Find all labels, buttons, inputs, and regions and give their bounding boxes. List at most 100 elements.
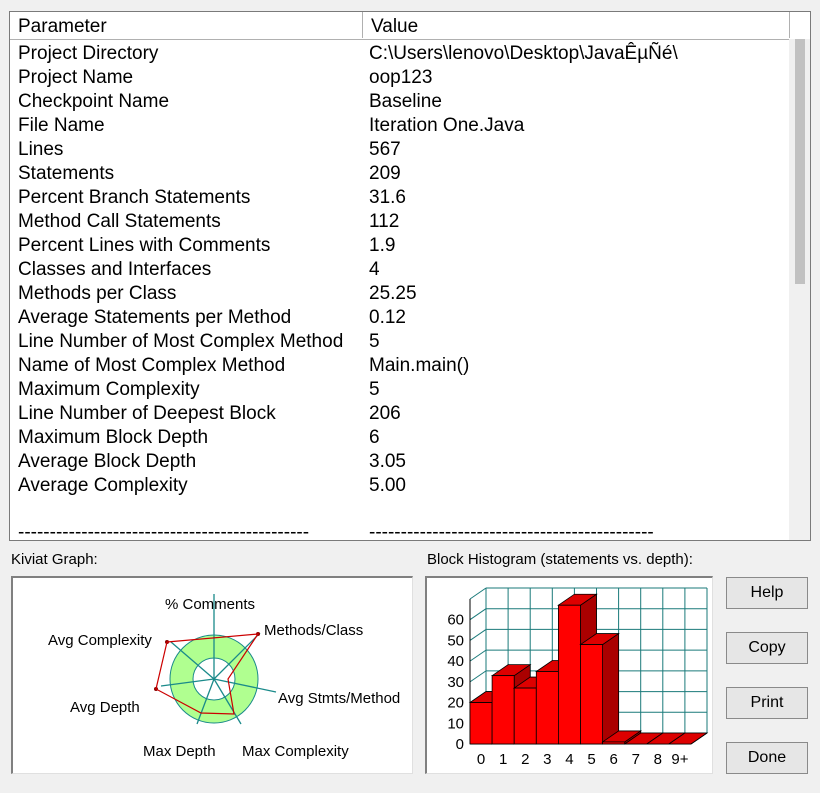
parameter-cell: Project Name <box>18 67 134 88</box>
histogram-x-tick-label: 3 <box>543 751 551 768</box>
kiviat-graph-label: Kiviat Graph: <box>11 551 98 568</box>
value-cell: Main.main() <box>369 355 470 376</box>
value-cell: 112 <box>369 211 400 232</box>
help-button[interactable]: Help <box>726 577 808 609</box>
table-row[interactable]: Maximum Complexity 5 <box>10 378 790 402</box>
parameter-cell: Percent Branch Statements <box>18 187 251 208</box>
histogram-x-tick-label: 0 <box>477 751 485 768</box>
histogram-gridline <box>469 670 487 683</box>
parameter-cell: Average Statements per Method <box>18 307 292 328</box>
kiviat-axis-label: Max Depth <box>143 743 216 760</box>
kiviat-graph: % Comments Methods/Class Avg Stmts/Method M… <box>48 594 400 760</box>
parameter-cell: File Name <box>18 115 105 136</box>
kiviat-axis-label: Avg Complexity <box>48 632 152 649</box>
histogram-gridline <box>469 629 487 641</box>
table-row[interactable]: Lines 567 <box>10 138 790 162</box>
table-row[interactable]: Average Complexity 5.00 <box>10 474 790 498</box>
separator-parameter: ----------------------------------------… <box>18 524 310 541</box>
table-row[interactable]: Project Name oop123 <box>10 66 790 90</box>
histogram-x-tick-label: 9+ <box>671 751 688 768</box>
histogram-gridline <box>469 587 487 600</box>
table-row[interactable]: Statements 209 <box>10 162 790 186</box>
value-cell: 31.6 <box>369 187 406 208</box>
histogram-x-tick-label: 1 <box>499 751 507 768</box>
table-row[interactable]: Line Number of Deepest Block 206 <box>10 402 790 426</box>
parameter-cell: Methods per Class <box>18 283 177 304</box>
copy-button[interactable]: Copy <box>726 632 808 664</box>
table-row[interactable]: Classes and Interfaces 4 <box>10 258 790 282</box>
parameter-cell: Classes and Interfaces <box>18 259 212 280</box>
value-cell: 1.9 <box>369 235 396 256</box>
parameter-cell: Method Call Statements <box>18 211 221 232</box>
histogram-y-tick-label: 30 <box>447 674 464 691</box>
table-rows: Project Directory C:\Users\lenovo\Desktop… <box>10 42 790 498</box>
column-header-value[interactable]: Value <box>363 12 790 38</box>
histogram-gridline <box>469 608 487 621</box>
kiviat-graph-panel: % Comments Methods/Class Avg Stmts/Method M… <box>11 576 413 774</box>
parameter-cell: Statements <box>18 163 115 184</box>
table-row[interactable]: Checkpoint Name Baseline <box>10 90 790 114</box>
metrics-table[interactable]: Parameter Value Project Directory C:\User… <box>9 11 811 541</box>
block-histogram-label: Block Histogram (statements vs. depth): <box>427 551 693 568</box>
kiviat-axis-label: % Comments <box>165 596 255 613</box>
column-header-parameter[interactable]: Parameter <box>10 12 363 38</box>
table-header: Parameter Value <box>10 12 790 40</box>
parameter-cell: Line Number of Deepest Block <box>18 403 276 424</box>
parameter-cell: Lines <box>18 139 64 160</box>
table-row[interactable]: Average Block Depth 3.05 <box>10 450 790 474</box>
histogram-x-tick-label: 2 <box>521 751 529 768</box>
value-cell: 5.00 <box>369 475 406 496</box>
done-button[interactable]: Done <box>726 742 808 774</box>
table-row[interactable]: Name of Most Complex Method Main.main() <box>10 354 790 378</box>
table-row[interactable]: Percent Lines with Comments 1.9 <box>10 234 790 258</box>
kiviat-axis-label: Max Complexity <box>242 743 349 760</box>
histogram-gridline <box>469 649 487 662</box>
table-row[interactable]: Average Statements per Method 0.12 <box>10 306 790 330</box>
parameter-cell: Percent Lines with Comments <box>18 235 271 256</box>
table-row[interactable]: Line Number of Most Complex Method 5 <box>10 330 790 354</box>
value-cell: oop123 <box>369 67 433 88</box>
kiviat-axis-label: Avg Depth <box>70 699 140 716</box>
value-cell: C:\Users\lenovo\Desktop\JavaÊµÑé\ <box>369 43 678 64</box>
parameter-cell: Maximum Block Depth <box>18 427 209 448</box>
block-histogram-panel: 0 10 20 30 40 50 60 0 1 2 3 4 5 6 7 8 9+ <box>425 576 713 774</box>
histogram-y-tick-label: 10 <box>447 715 464 732</box>
table-row[interactable]: File Name Iteration One.Java <box>10 114 790 138</box>
parameter-cell: Maximum Complexity <box>18 379 200 400</box>
histogram-x-tick-label: 7 <box>632 751 640 768</box>
print-button[interactable]: Print <box>726 687 808 719</box>
value-cell: 6 <box>369 427 380 448</box>
value-cell: 567 <box>369 139 401 160</box>
histogram-y-tick-label: 20 <box>447 695 464 712</box>
scrollbar-thumb[interactable] <box>795 39 805 284</box>
histogram-x-tick-label: 5 <box>587 751 595 768</box>
separator-value: ----------------------------------------… <box>369 524 654 541</box>
parameter-cell: Average Complexity <box>18 475 188 496</box>
histogram-bar <box>579 632 620 745</box>
value-cell: Iteration One.Java <box>369 115 525 136</box>
table-row[interactable]: Method Call Statements 112 <box>10 210 790 234</box>
parameter-cell: Average Block Depth <box>18 451 197 472</box>
table-row[interactable]: Project Directory C:\Users\lenovo\Desktop… <box>10 42 790 66</box>
histogram-y-tick-label: 40 <box>447 653 464 670</box>
parameter-cell: Checkpoint Name <box>18 91 170 112</box>
parameter-cell: Line Number of Most Complex Method <box>18 331 344 352</box>
value-cell: 25.25 <box>369 283 417 304</box>
table-row[interactable]: Methods per Class 25.25 <box>10 282 790 306</box>
value-cell: 3.05 <box>369 451 406 472</box>
histogram-y-tick-label: 50 <box>447 632 464 649</box>
table-row[interactable]: Percent Branch Statements 31.6 <box>10 186 790 210</box>
histogram-x-tick-label: 8 <box>654 751 662 768</box>
value-cell: 0.12 <box>369 307 406 328</box>
value-cell: 5 <box>369 331 380 352</box>
histogram-x-tick-label: 6 <box>609 751 617 768</box>
value-cell: 206 <box>369 403 401 424</box>
histogram-y-tick-label: 60 <box>447 612 464 629</box>
value-cell: Baseline <box>369 91 442 112</box>
kiviat-axis-label: Avg Stmts/Method <box>278 690 400 707</box>
value-cell: 4 <box>369 259 380 280</box>
table-row[interactable]: Maximum Block Depth 6 <box>10 426 790 450</box>
vertical-scrollbar[interactable] <box>789 39 810 540</box>
histogram-y-tick-label: 0 <box>456 736 464 753</box>
kiviat-axis-label: Methods/Class <box>264 622 363 639</box>
